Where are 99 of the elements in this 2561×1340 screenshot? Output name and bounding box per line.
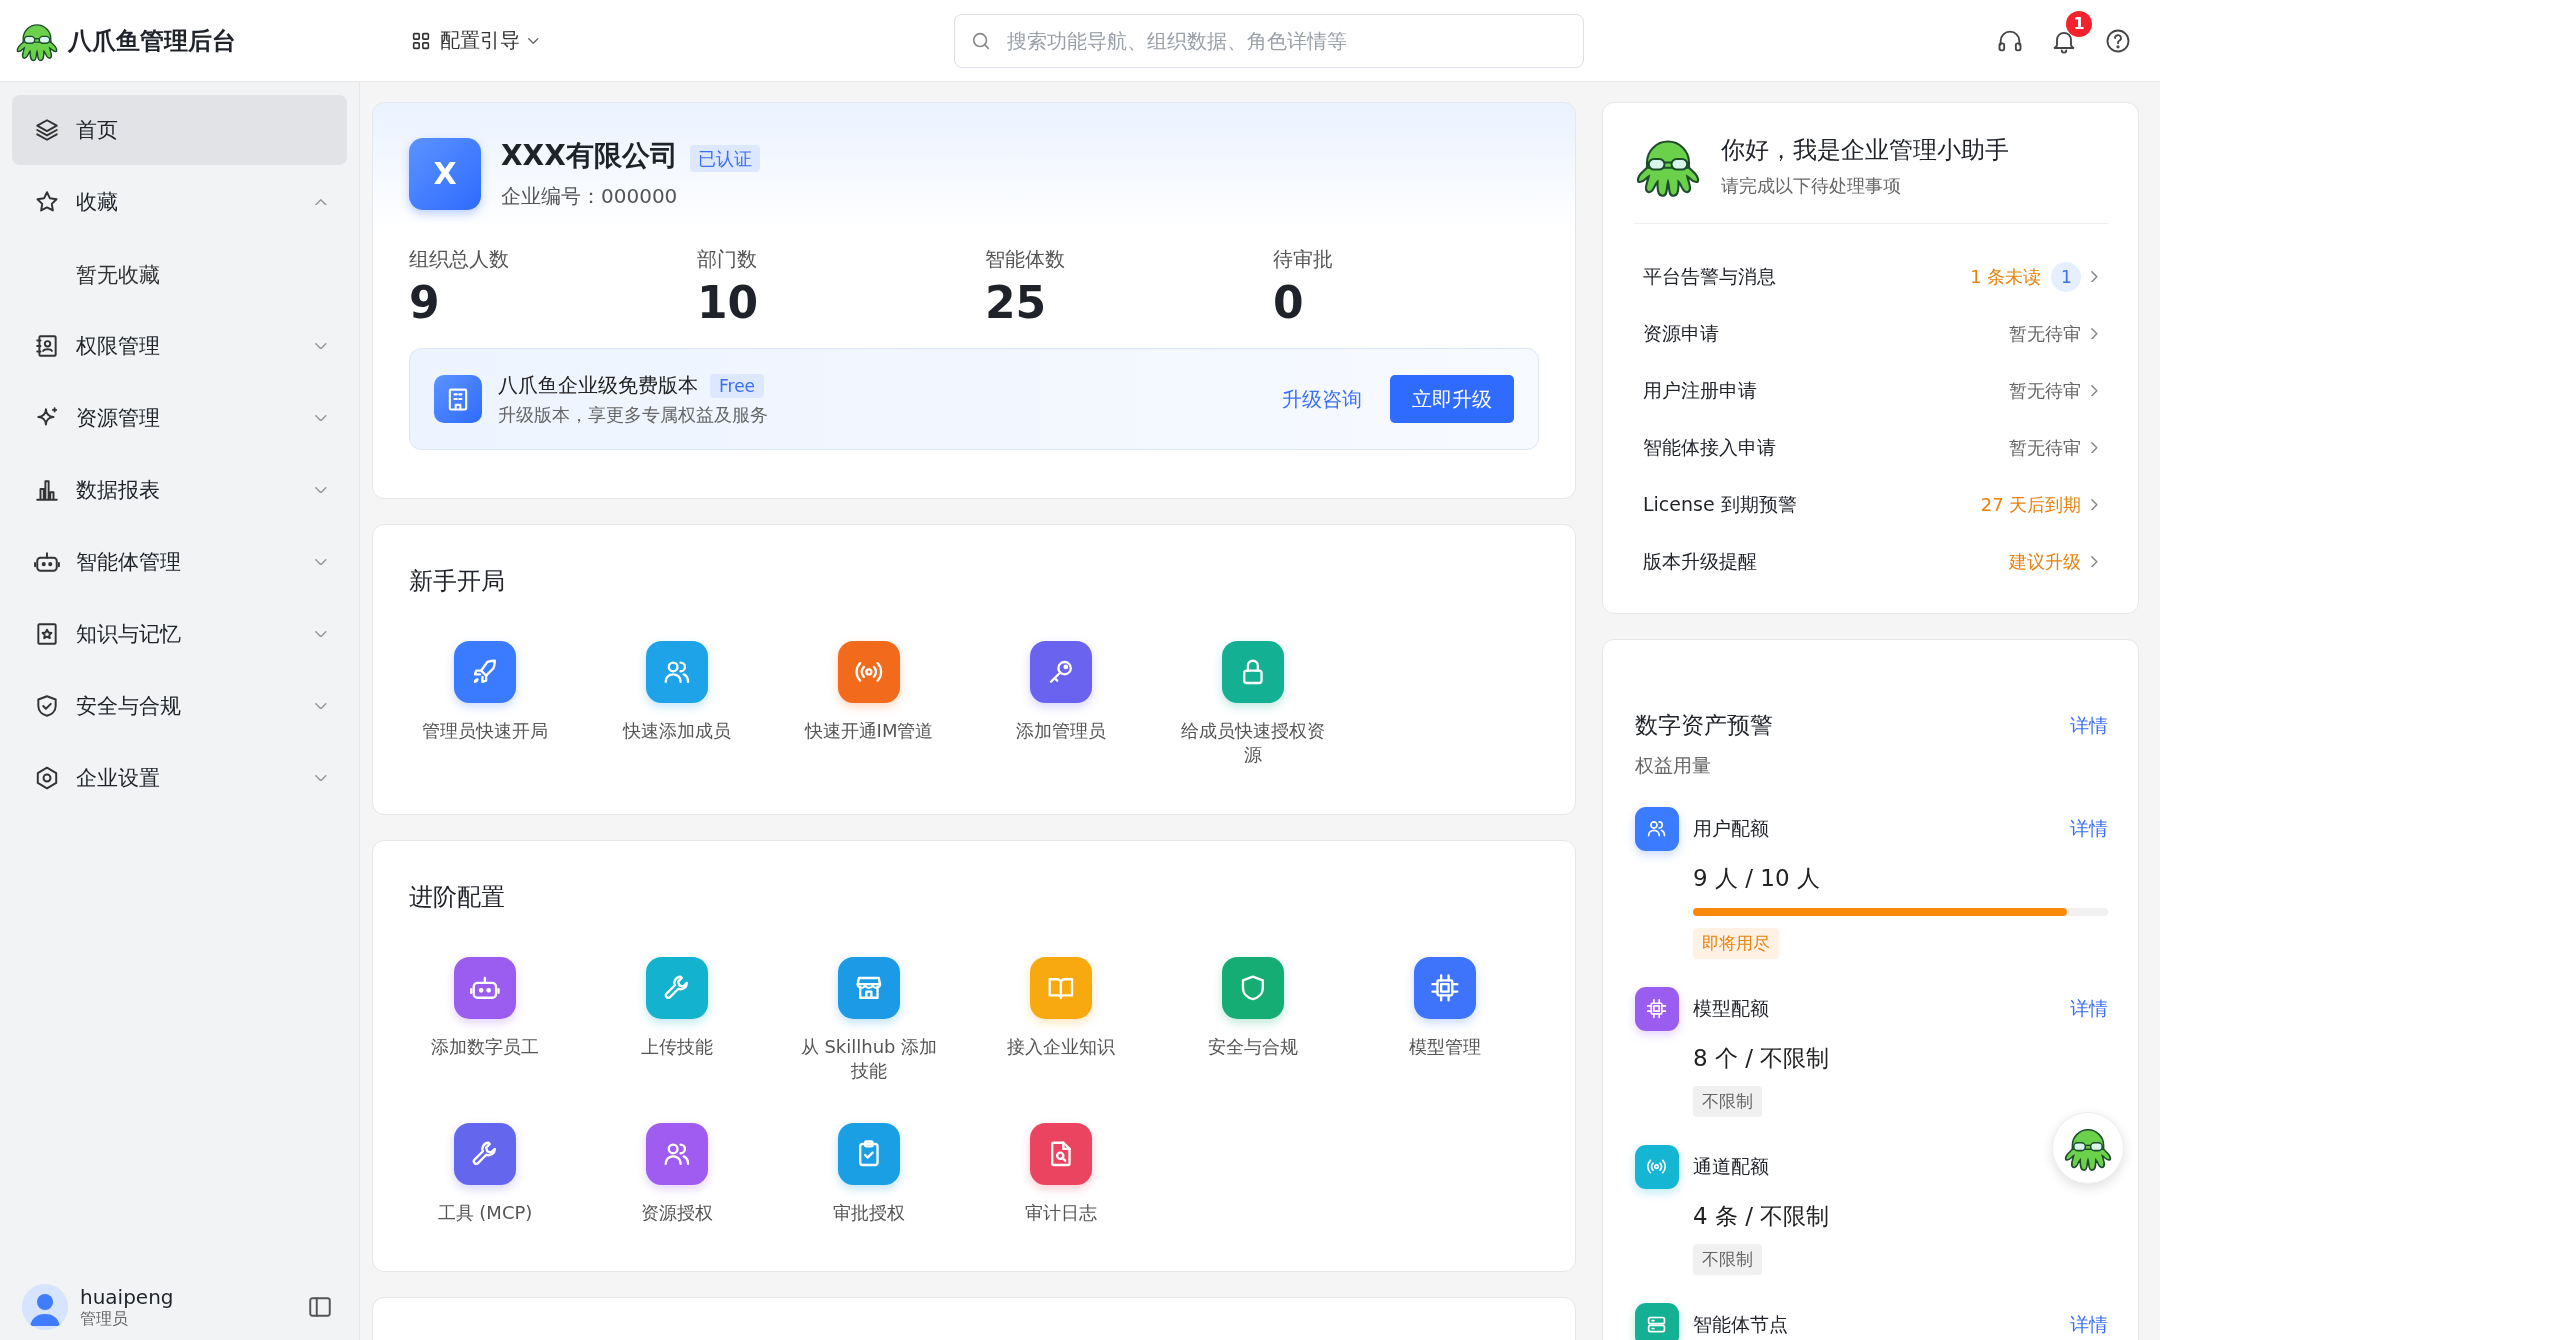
shortcut-item[interactable]: 从 Skillhub 添加技能 — [773, 956, 965, 1084]
chevron-right-icon — [2091, 327, 2098, 340]
chip-icon — [1646, 998, 1668, 1020]
chevron-down-icon — [315, 342, 327, 350]
app-title: 八爪鱼管理后台 — [68, 25, 236, 57]
shortcut-item[interactable]: 工具 (MCP) — [389, 1123, 581, 1226]
bar-chart-icon — [34, 477, 60, 503]
quota-usage: 4 条 / 不限制 — [1693, 1202, 1831, 1231]
chevron-right-icon — [2091, 498, 2098, 511]
nav-item[interactable]: 资源管理 — [12, 383, 347, 453]
plan-description: 升级版本，享更多专属权益及服务 — [498, 402, 768, 427]
user-role: 管理员 — [80, 1308, 129, 1330]
stat-label: 待审批 — [1273, 246, 1334, 273]
nav-item[interactable]: 收藏 — [12, 167, 347, 237]
quota-name: 智能体节点 — [1693, 1312, 1788, 1337]
hexagon-icon — [34, 765, 60, 791]
chevron-up-icon — [315, 198, 327, 206]
shortcut-item[interactable]: 上传技能 — [581, 956, 773, 1084]
section-title: 新手开局 — [409, 566, 506, 597]
task-row[interactable]: 用户注册申请 暂无待审 — [1633, 362, 2108, 419]
chevron-right-icon — [2091, 555, 2098, 568]
details-link[interactable]: 详情 — [2070, 1312, 2108, 1338]
assets-subtitle: 权益用量 — [1635, 753, 1712, 778]
details-link[interactable]: 详情 — [2070, 712, 2108, 739]
user-name: huaipeng — [80, 1284, 174, 1309]
quota-usage: 8 个 / 不限制 — [1693, 1044, 1831, 1073]
shortcut-item[interactable]: 快速开通IM管道 — [773, 641, 965, 768]
verified-badge: 已认证 — [689, 145, 760, 172]
shortcut-item[interactable]: 安全与合规 — [1157, 956, 1349, 1084]
company-logo: X — [409, 137, 481, 210]
contact-card-icon — [34, 333, 60, 359]
notification-badge: 1 — [2066, 10, 2092, 37]
task-row[interactable]: 版本升级提醒 建议升级 — [1633, 533, 2108, 590]
assistant-greeting: 你好，我是企业管理小助手 — [1721, 135, 2009, 166]
quota-name: 通道配额 — [1693, 1154, 1769, 1179]
count-badge: 1 — [2051, 261, 2082, 292]
nav-item[interactable]: 权限管理 — [12, 311, 347, 381]
plan-name: 八爪鱼企业级免费版本 — [498, 372, 698, 397]
sidebar-toggle-icon — [307, 1294, 333, 1320]
upgrade-button[interactable]: 立即升级 — [1390, 375, 1514, 423]
stat-value: 0 — [1273, 277, 1305, 328]
upgrade-consult-link[interactable]: 升级咨询 — [1276, 384, 1368, 414]
shortcut-item[interactable]: 审批授权 — [773, 1123, 965, 1226]
stat-value: 10 — [697, 277, 760, 328]
shortcut-item[interactable]: 添加管理员 — [965, 641, 1157, 768]
shortcut-item[interactable]: 管理员快速开局 — [389, 641, 581, 768]
quota-tag: 即将用尽 — [1693, 928, 1779, 959]
quota-tag: 不限制 — [1693, 1244, 1762, 1275]
quota-tag: 不限制 — [1693, 1086, 1762, 1117]
shortcut-item[interactable]: 审计日志 — [965, 1123, 1157, 1226]
nav-item[interactable]: 智能体管理 — [12, 527, 347, 597]
nav-item[interactable]: 安全与合规 — [12, 671, 347, 741]
chevron-right-icon — [2091, 384, 2098, 397]
chevron-down-icon — [315, 774, 327, 782]
guide-menu[interactable]: 配置引导 — [404, 23, 574, 58]
quota-usage: 9 人 / 10 人 — [1693, 864, 1821, 893]
company-name: XXX有限公司 — [501, 139, 678, 172]
details-link[interactable]: 详情 — [2070, 816, 2108, 842]
chevron-down-icon — [315, 486, 327, 494]
task-row[interactable]: 平台告警与消息 1 条未读 1 — [1633, 248, 2108, 305]
search-field[interactable]: 搜索功能导航、组织数据、角色详情等 — [954, 13, 1584, 68]
company-code: 企业编号：000000 — [501, 183, 679, 210]
shortcut-item[interactable]: 资源授权 — [581, 1123, 773, 1226]
task-row[interactable]: 资源申请 暂无待审 — [1633, 305, 2108, 362]
chip-icon — [1430, 972, 1460, 1003]
chevron-right-icon — [2091, 270, 2098, 283]
shortcut-item[interactable]: 给成员快速授权资源 — [1157, 641, 1349, 768]
nav-item[interactable]: 数据报表 — [12, 455, 347, 525]
stat-value: 9 — [409, 277, 441, 328]
star-box-icon — [34, 621, 60, 647]
shortcut-item[interactable]: 模型管理 — [1349, 956, 1541, 1084]
shortcut-item[interactable]: 快速添加成员 — [581, 641, 773, 768]
stat-label: 智能体数 — [985, 246, 1066, 273]
shortcut-item[interactable]: 接入企业知识 — [965, 956, 1157, 1084]
chevron-down-icon — [315, 558, 327, 566]
stat-value: 25 — [985, 277, 1048, 328]
shield-check-icon — [34, 693, 60, 719]
nav-item[interactable]: 首页 — [12, 95, 347, 165]
nav-item[interactable]: 知识与记忆 — [12, 599, 347, 669]
details-link[interactable]: 详情 — [2070, 996, 2108, 1022]
shortcut-item[interactable]: 添加数字员工 — [389, 956, 581, 1084]
chevron-down-icon — [315, 630, 327, 638]
chevron-right-icon — [2091, 441, 2098, 454]
quota-name: 用户配额 — [1693, 816, 1769, 841]
nav-item[interactable]: 企业设置 — [12, 743, 347, 813]
assets-title: 数字资产预警 — [1635, 711, 1773, 740]
layers-icon — [34, 117, 60, 143]
task-row[interactable]: License 到期预警 27 天后到期 — [1633, 476, 2108, 533]
stat-label: 组织总人数 — [409, 246, 510, 273]
plan-tag: Free — [710, 373, 765, 398]
chevron-down-icon — [315, 702, 327, 710]
section-title: 进阶配置 — [409, 881, 506, 913]
assistant-subtitle: 请完成以下待处理事项 — [1721, 174, 1902, 198]
quota-name: 模型配额 — [1693, 996, 1769, 1021]
chevron-down-icon — [528, 37, 539, 44]
chevron-down-icon — [315, 414, 327, 422]
stat-label: 部门数 — [697, 246, 758, 273]
empty-favorites-text: 暂无收藏 — [75, 262, 161, 289]
task-row[interactable]: 智能体接入申请 暂无待审 — [1633, 419, 2108, 476]
